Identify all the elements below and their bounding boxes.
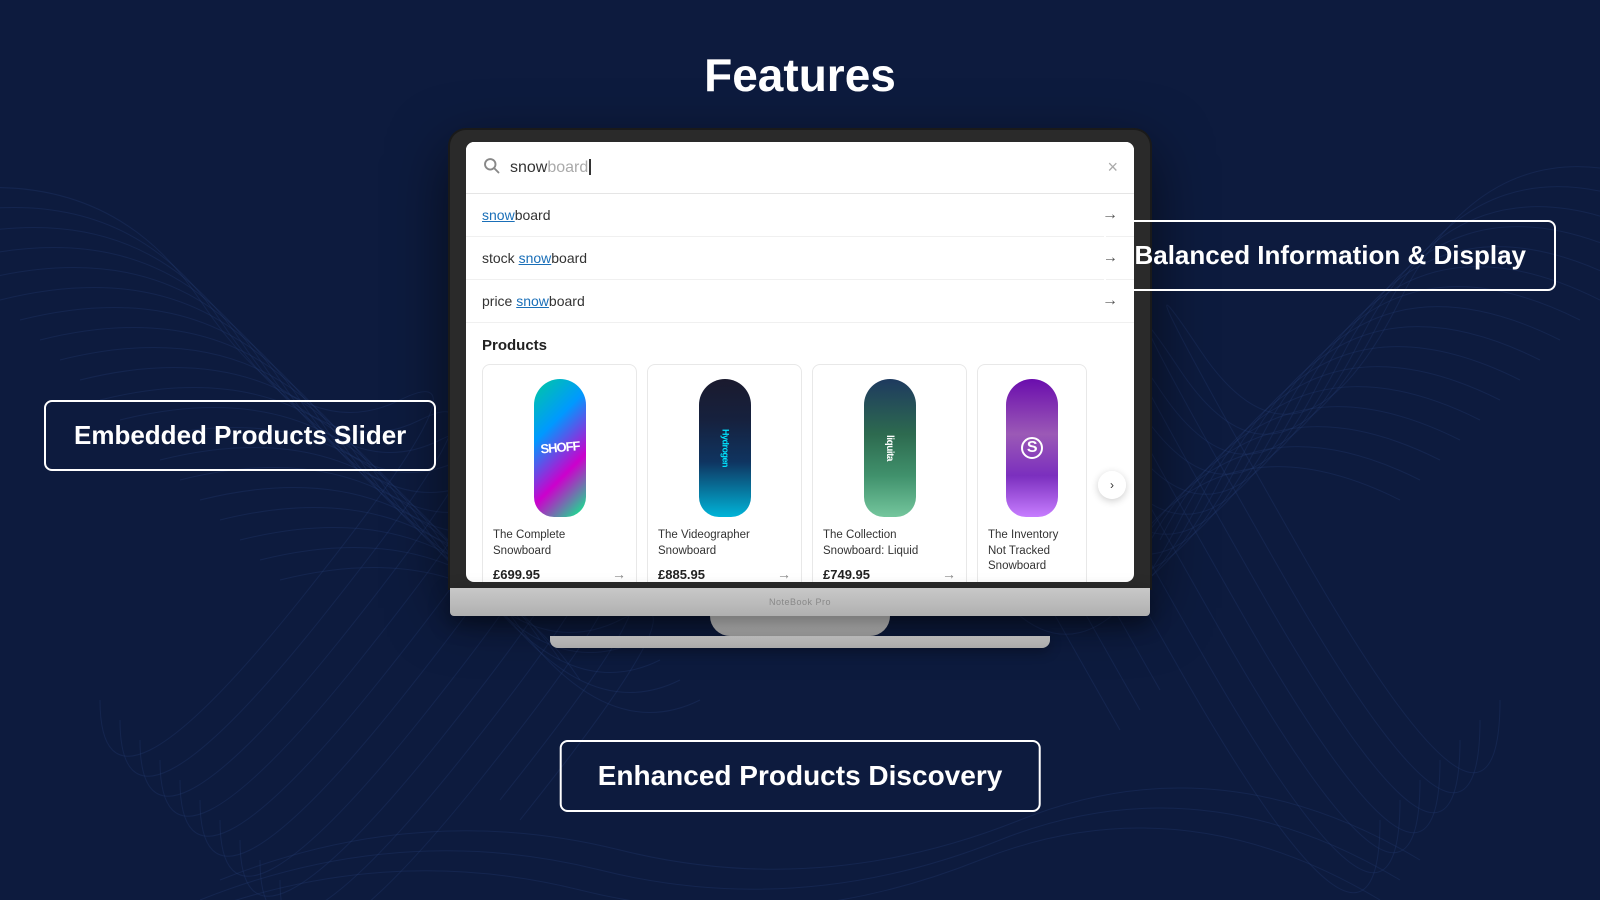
search-close-button[interactable]: × [1107,157,1118,178]
product-name-2: The Videographer Snowboard [658,528,791,560]
badge-enhanced-products-discovery: Enhanced Products Discovery [560,740,1041,812]
suggestion-item-3[interactable]: price snowboard → [466,280,1134,323]
products-slider[interactable]: SHOFF The Complete Snowboard £699.95 → H… [466,364,1134,582]
product-price-2: £885.95 [658,567,705,582]
badge-left-label: Embedded Products Slider [74,420,406,450]
product-card-4[interactable]: S The Inventory Not Tracked Snowboard £9… [977,364,1087,582]
search-input[interactable]: snowboard [510,159,1097,177]
product-image-2: Hydrogen [658,375,791,520]
product-price-arrow-2[interactable]: → [777,566,791,582]
product-card-3[interactable]: liquita The Collection Snowboard: Liquid… [812,364,967,582]
suggestion-highlight-1: snow [482,207,515,223]
search-bar[interactable]: snowboard × [466,142,1134,194]
product-name-3: The Collection Snowboard: Liquid [823,528,956,560]
product-image-4: S [988,375,1076,520]
suggestion-highlight-3: snow [516,293,549,309]
product-price-row-3: £749.95 → [823,566,956,582]
badge-bottom-label: Enhanced Products Discovery [598,760,1003,791]
laptop-mockup: snowboard × snowboard → stock snowboard … [450,130,1150,648]
laptop-stand [710,616,890,636]
search-query-typed: snow [510,159,547,176]
product-name-4: The Inventory Not Tracked Snowboard [988,528,1076,575]
laptop-base: NoteBook Pro [450,588,1150,616]
products-section-label: Products [466,323,1134,364]
product-card-2[interactable]: Hydrogen The Videographer Snowboard £885… [647,364,802,582]
product-price-4: £949.95 [988,581,1035,582]
badge-right-label: Balanced Information & Display [1134,240,1526,270]
search-query-placeholder: board [547,159,588,176]
product-price-row-2: £885.95 → [658,566,791,582]
page-title: Features [704,48,896,102]
search-icon [482,156,500,179]
suggestion-item-2[interactable]: stock snowboard → [466,237,1134,280]
suggestion-text-3: price snowboard [482,293,585,309]
product-image-1: SHOFF [493,375,626,520]
product-price-3: £749.95 [823,567,870,582]
screen-content: snowboard × snowboard → stock snowboard … [466,142,1134,582]
laptop-brand-label: NoteBook Pro [769,597,831,607]
text-cursor [589,159,591,175]
badge-balanced-information: Balanced Information & Display [1104,220,1556,291]
laptop-foot [550,636,1050,648]
suggestion-text-1: snowboard [482,207,551,223]
product-price-row-4: £949.95 [988,581,1076,582]
suggestion-item-1[interactable]: snowboard → [466,194,1134,237]
suggestion-arrow-3: → [1102,292,1118,310]
product-name-1: The Complete Snowboard [493,528,626,560]
product-price-1: £699.95 [493,567,540,582]
product-card-1[interactable]: SHOFF The Complete Snowboard £699.95 → [482,364,637,582]
laptop-screen-bezel: snowboard × snowboard → stock snowboard … [450,130,1150,588]
product-price-row-1: £699.95 → [493,566,626,582]
badge-embedded-products-slider: Embedded Products Slider [44,400,436,471]
product-price-arrow-1[interactable]: → [612,566,626,582]
slider-next-button[interactable]: › [1098,471,1126,499]
product-image-3: liquita [823,375,956,520]
suggestion-highlight-2: snow [519,250,552,266]
suggestion-text-2: stock snowboard [482,250,587,266]
product-price-arrow-3[interactable]: → [942,566,956,582]
